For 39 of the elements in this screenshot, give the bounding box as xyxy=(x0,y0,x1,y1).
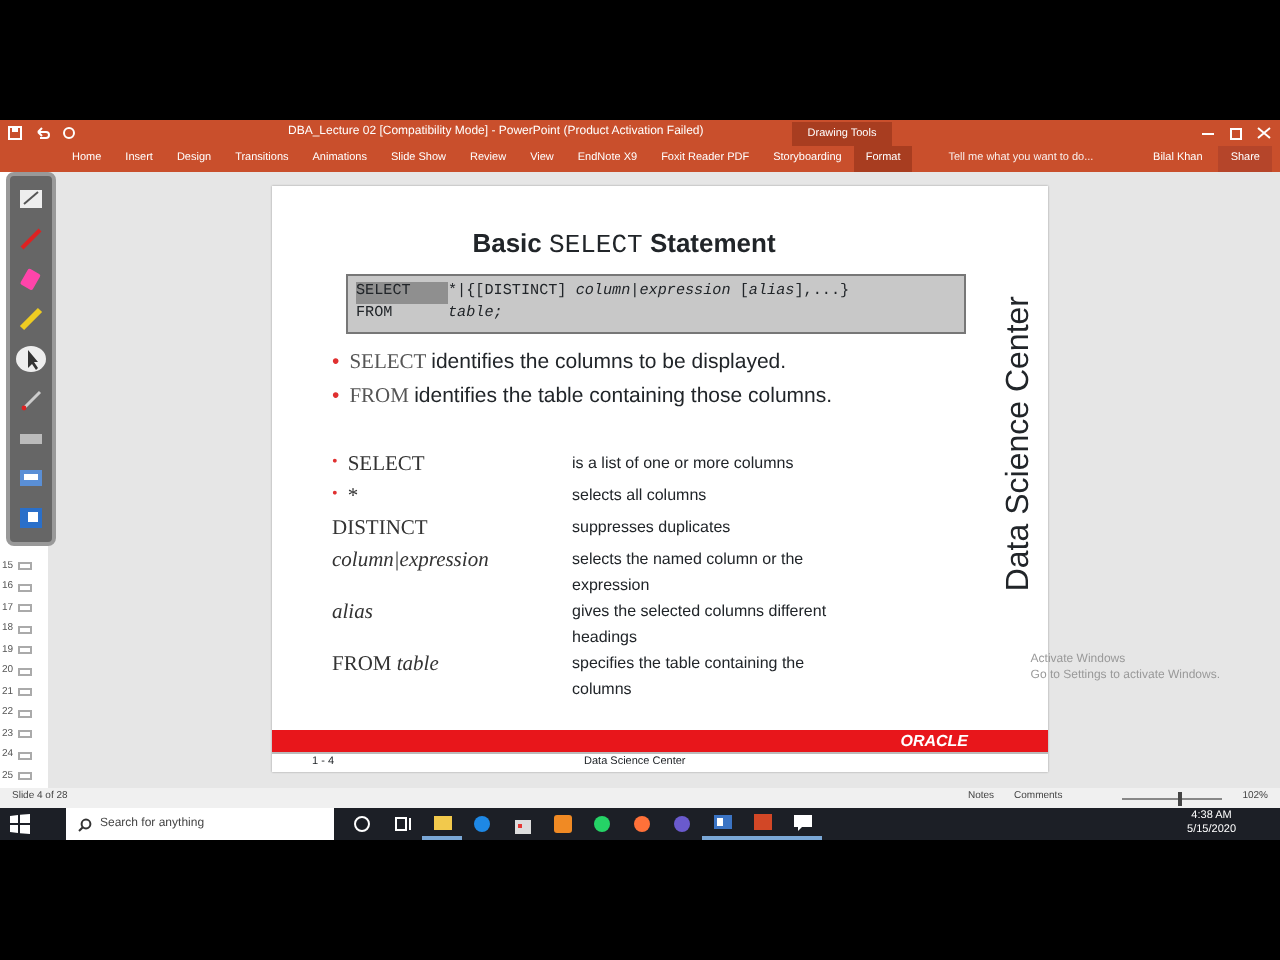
description-text: suppresses duplicates xyxy=(572,515,733,540)
taskbar-button[interactable] xyxy=(742,808,782,840)
message-icon xyxy=(790,810,814,834)
bullet-text: SELECT identifies the columns to be displayed. xyxy=(349,347,787,377)
task-view-icon xyxy=(390,812,414,836)
bullet-mark: • xyxy=(332,449,338,473)
browser-icon xyxy=(630,812,654,836)
pointer-icon[interactable] xyxy=(16,345,46,372)
app-icon xyxy=(550,812,574,836)
search-icon xyxy=(78,817,92,831)
term-text: alias xyxy=(332,599,373,627)
term-text: column|expression xyxy=(332,547,489,575)
windows-start-icon[interactable] xyxy=(10,814,30,834)
description-text: specifies the table containing the columns xyxy=(572,651,807,701)
chat-bubble-icon xyxy=(590,812,614,836)
notepad-icon[interactable] xyxy=(16,186,46,213)
term-text: DISTINCT xyxy=(332,515,428,543)
window-icon xyxy=(710,810,734,834)
bullet-mark: • xyxy=(332,481,338,505)
term-text: FROM table xyxy=(332,651,439,679)
brand-logo: ORACLE xyxy=(900,729,968,753)
bullet-text: FROM identifies the table containing those columns. xyxy=(349,381,833,411)
slider-thumb[interactable] xyxy=(1177,791,1182,805)
slide-title: Basic SELECT Statement xyxy=(470,226,778,264)
restore-icon[interactable] xyxy=(1228,126,1244,140)
close-icon[interactable] xyxy=(1256,126,1272,140)
highlighter-icon[interactable] xyxy=(16,306,46,333)
bullet-mark: • xyxy=(332,381,340,411)
bullet-mark: • xyxy=(332,347,340,377)
laser-pointer-icon[interactable] xyxy=(16,385,46,412)
undo-icon[interactable] xyxy=(34,126,50,140)
circle-icon xyxy=(350,812,374,836)
description-text: is a list of one or more columns xyxy=(572,451,796,475)
description-text: selects all columns xyxy=(572,483,709,507)
save-icon[interactable] xyxy=(8,126,22,140)
term-text: * xyxy=(347,483,359,511)
term-text: SELECT xyxy=(347,451,425,479)
screen-icon[interactable] xyxy=(16,465,46,492)
vertical-title: Data Science Center xyxy=(1000,295,1038,592)
